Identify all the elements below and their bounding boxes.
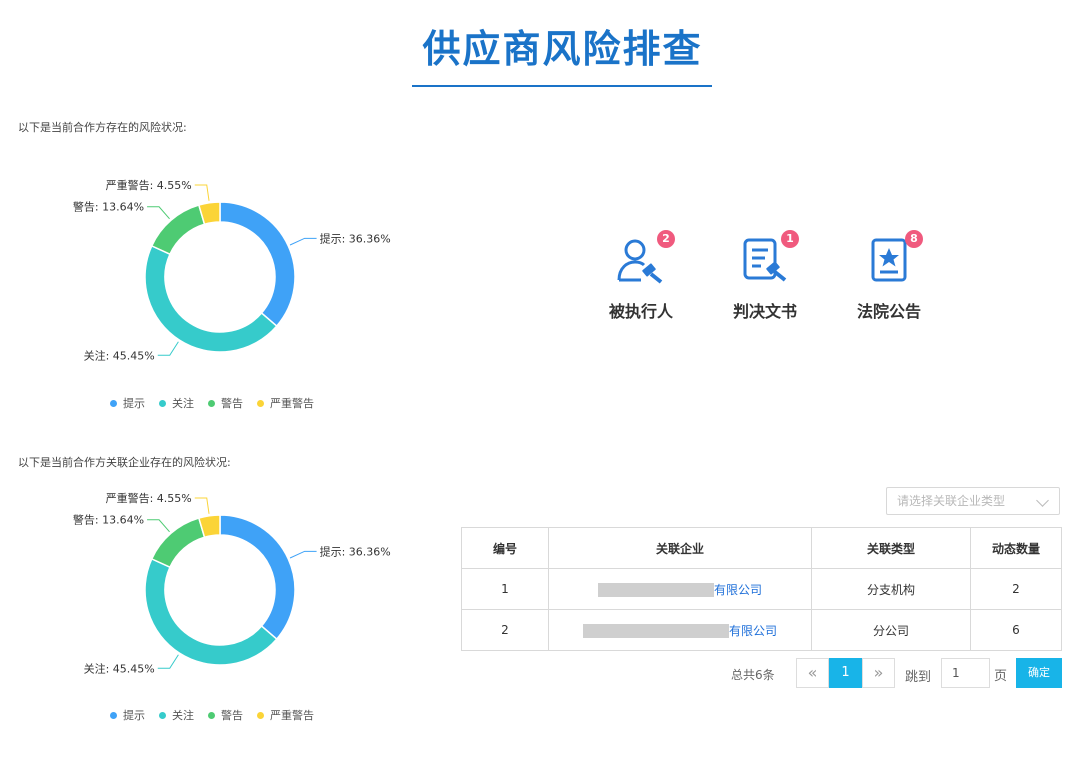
legend-label: 警告 [221, 709, 243, 722]
page-unit: 页 [994, 669, 1008, 684]
donut-slice-0[interactable] [219, 201, 296, 328]
slice-label-0: 提示: 36.36% [320, 545, 391, 558]
row-id: 1 [461, 568, 549, 610]
legend-item-tips[interactable]: 提示 [110, 395, 145, 411]
leader-line-0 [289, 550, 317, 559]
title-underline [412, 85, 712, 87]
slice-label-0: 提示: 36.36% [320, 232, 391, 245]
legend-item-warning[interactable]: 警告 [208, 395, 243, 411]
legend-item-severe-warning[interactable]: 严重警告 [257, 395, 314, 411]
donut-slice-2[interactable] [150, 204, 206, 256]
relation-type: 分公司 [811, 609, 971, 651]
table-row: 2 有限公司 分公司 6 [461, 609, 1062, 651]
company-cell: 有限公司 [548, 568, 812, 610]
legend-dot [257, 399, 264, 407]
legend-item-attention[interactable]: 关注 [159, 395, 194, 411]
risk-count-badge: 2 [657, 230, 675, 248]
risk-card-executed-person[interactable]: 2 被执行人 [586, 230, 696, 322]
slice-label-1: 关注: 45.45% [84, 661, 155, 675]
next-page-button[interactable]: » [862, 658, 895, 688]
legend-label: 提示 [123, 397, 145, 410]
donut-slice-2[interactable] [150, 517, 206, 569]
section1-label: 以下是当前合作方存在的风险状况: [18, 121, 187, 134]
slice-label-3: 严重警告: 4.55% [106, 178, 192, 192]
donut-slice-1[interactable] [144, 557, 278, 666]
legend-item-warning[interactable]: 警告 [208, 707, 243, 723]
select-placeholder: 请选择关联企业类型 [897, 494, 1006, 508]
redacted-name [597, 583, 714, 597]
legend-dot [208, 399, 215, 407]
confirm-jump-button[interactable]: 确定 [1016, 658, 1062, 688]
affiliate-type-select[interactable]: 请选择关联企业类型 [886, 487, 1060, 515]
slice-label-2: 警告: 13.64% [73, 200, 144, 214]
leader-line-3 [194, 497, 210, 514]
table-row: 1 有限公司 分支机构 2 [461, 568, 1062, 610]
legend-label: 严重警告 [270, 397, 314, 410]
legend-item-tips[interactable]: 提示 [110, 707, 145, 723]
legend-dot [110, 711, 117, 719]
risk-card-label: 被执行人 [608, 302, 673, 321]
col-header: 动态数量 [970, 527, 1062, 569]
total-count: 总共6条 [731, 668, 775, 682]
legend-item-attention[interactable]: 关注 [159, 707, 194, 723]
company-cell: 有限公司 [548, 609, 812, 651]
legend-label: 关注 [172, 709, 194, 722]
leader-line-3 [194, 184, 210, 201]
table-header-row: 编号 关联企业 关联类型 动态数量 [461, 527, 1062, 569]
page-button-current[interactable]: 1 [829, 658, 862, 688]
slice-label-1: 关注: 45.45% [84, 348, 155, 362]
donut-chart-affiliate-risk: 提示: 36.36% 关注: 45.45% 警告: 13.64% 严重警告: 4.55… [73, 491, 391, 675]
section2-label: 以下是当前合作方关联企业存在的风险状况: [18, 456, 231, 469]
slice-label-3: 严重警告: 4.55% [106, 491, 192, 505]
document-gavel-icon: 1 [735, 230, 799, 288]
legend-dot [110, 399, 117, 407]
col-header: 关联企业 [548, 527, 812, 569]
risk-card-label: 法院公告 [856, 302, 921, 321]
donut-slice-1[interactable] [144, 244, 278, 353]
person-gavel-icon: 2 [611, 230, 675, 288]
leader-line-1 [157, 341, 179, 356]
company-link[interactable]: 有限公司 [714, 583, 762, 597]
affiliate-table: 编号 关联企业 关联类型 动态数量 1 有限公司 分支机构 2 2 有限公司 分… [461, 527, 1062, 651]
legend-dot [257, 711, 264, 719]
company-link[interactable]: 有限公司 [729, 624, 777, 638]
chart1-legend: 提示 关注 警告 严重警告 [110, 395, 314, 411]
col-header: 编号 [461, 527, 549, 569]
donut-slice-0[interactable] [219, 514, 296, 641]
leader-line-2 [147, 519, 170, 533]
dynamic-count: 2 [970, 568, 1062, 610]
risk-count-badge: 8 [905, 230, 923, 248]
risk-card-label: 判决文书 [732, 302, 797, 321]
relation-type: 分支机构 [811, 568, 971, 610]
jump-label: 跳到 [905, 670, 932, 685]
legend-label: 严重警告 [270, 709, 314, 722]
chart2-legend: 提示 关注 警告 严重警告 [110, 707, 314, 723]
legend-dot [159, 399, 166, 407]
legend-dot [159, 711, 166, 719]
redacted-name [582, 624, 729, 638]
col-header: 关联类型 [811, 527, 971, 569]
risk-card-judgment-documents[interactable]: 1 判决文书 [710, 230, 820, 322]
notice-star-icon: 8 [859, 230, 923, 288]
risk-count-badge: 1 [781, 230, 799, 248]
chevron-down-icon [1036, 494, 1049, 507]
legend-label: 警告 [221, 397, 243, 410]
legend-label: 提示 [123, 709, 145, 722]
dynamic-count: 6 [970, 609, 1062, 651]
leader-line-2 [147, 206, 170, 220]
leader-line-0 [289, 237, 317, 246]
risk-card-court-announcements[interactable]: 8 法院公告 [834, 230, 944, 322]
slice-label-2: 警告: 13.64% [73, 513, 144, 527]
donut-chart-partner-risk: 提示: 36.36% 关注: 45.45% 警告: 13.64% 严重警告: 4.55… [73, 178, 391, 362]
legend-dot [208, 711, 215, 719]
legend-item-severe-warning[interactable]: 严重警告 [257, 707, 314, 723]
legend-label: 关注 [172, 397, 194, 410]
jump-page-input[interactable]: 1 [941, 658, 990, 688]
prev-page-button[interactable]: « [796, 658, 829, 688]
leader-line-1 [157, 654, 179, 669]
row-id: 2 [461, 609, 549, 651]
page-title: 供应商风险排查 [422, 27, 703, 71]
